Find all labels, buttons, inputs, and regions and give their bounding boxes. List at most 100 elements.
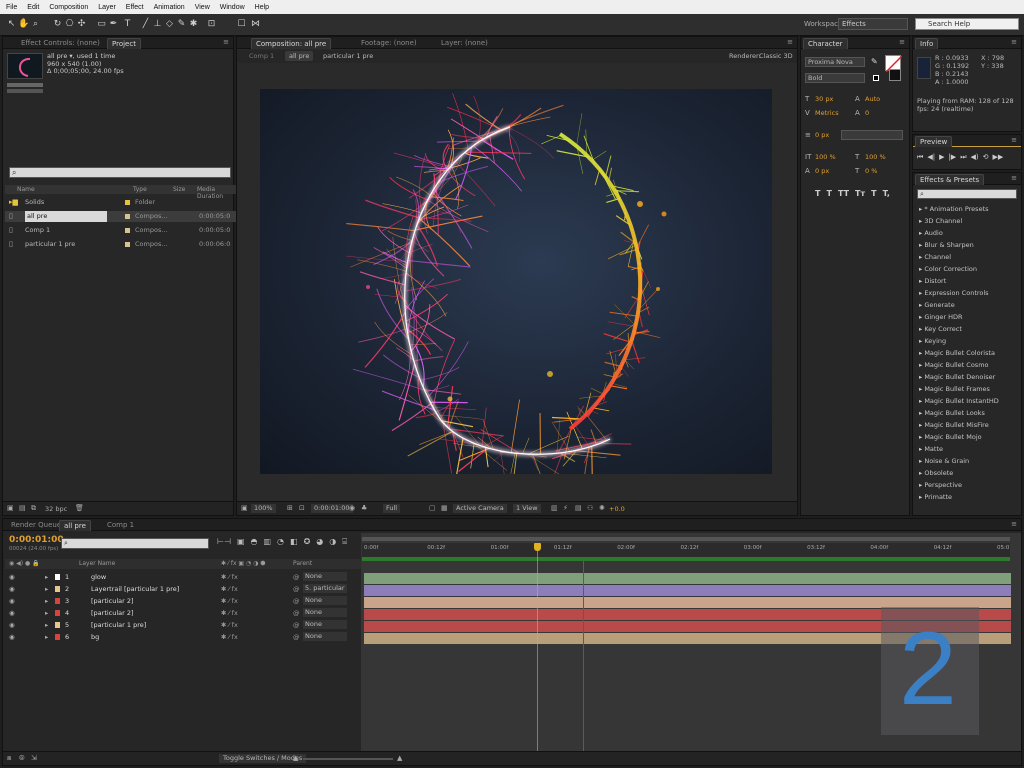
project-item[interactable]: ▯ Comp 1 Compos... 0:00:05:0 — [5, 225, 237, 236]
search-help-input[interactable]: Search Help — [915, 18, 1019, 30]
stroke-color-swatch[interactable] — [889, 69, 901, 81]
brush-tool-icon[interactable]: ╱ — [140, 18, 151, 31]
type-tool-icon[interactable]: T — [122, 18, 133, 31]
panel-menu-icon[interactable]: ≡ — [787, 38, 793, 46]
layer-switches-icon[interactable]: ⧈ — [7, 754, 11, 763]
text-style-button[interactable]: T, — [883, 189, 890, 198]
new-folder-icon[interactable]: ▤ — [19, 504, 26, 512]
hide-shy-icon[interactable]: ◓ — [251, 537, 258, 547]
tab-render-queue[interactable]: Render Queue — [7, 520, 65, 531]
eraser-tool-icon[interactable]: ◇ — [164, 18, 175, 31]
layer-name[interactable]: [particular 1 pre] — [91, 619, 146, 631]
draft-3d-icon[interactable]: ▣ — [237, 537, 245, 547]
parent-pickwhip-icon[interactable]: @ — [293, 595, 300, 607]
effects-category[interactable]: ▸ Magic Bullet Colorista — [919, 347, 995, 359]
layer-row[interactable]: ◉ ▸ 6 bg ✱ ⁄ fx @ None — [5, 631, 361, 643]
baseline-shift-field[interactable]: 0 px — [815, 167, 829, 175]
rotate-tool-icon[interactable]: ↻ — [52, 18, 63, 31]
visibility-eye-icon[interactable]: ◉ — [9, 607, 15, 619]
horizontal-scale-field[interactable]: 100 % — [865, 153, 886, 161]
effects-category[interactable]: ▸ * Animation Presets — [919, 203, 989, 215]
effects-category[interactable]: ▸ Audio — [919, 227, 943, 239]
next-frame-icon[interactable]: |▶ — [948, 153, 956, 162]
zoom-out-icon[interactable]: ▲ — [293, 754, 298, 762]
text-style-button[interactable]: TT — [838, 189, 849, 198]
exposure-value[interactable]: +0.0 — [609, 505, 625, 513]
effects-category[interactable]: ▸ Ginger HDR — [919, 311, 963, 323]
menu-help[interactable]: Help — [255, 4, 269, 11]
region-of-interest-icon[interactable]: ▢ — [429, 504, 436, 512]
timeline-zoom-slider[interactable] — [303, 758, 393, 760]
visibility-eye-icon[interactable]: ◉ — [9, 595, 15, 607]
last-frame-icon[interactable]: ⏭ — [960, 153, 966, 162]
menu-effect[interactable]: Effect — [126, 4, 144, 11]
label-color-swatch[interactable] — [125, 200, 130, 205]
effects-category[interactable]: ▸ Noise & Grain — [919, 455, 969, 467]
layer-name[interactable]: [particular 2] — [91, 607, 134, 619]
layer-switches[interactable]: ✱ ⁄ fx — [221, 619, 238, 631]
safe-zones-icon[interactable]: ⊞ — [287, 504, 293, 512]
expand-arrow-icon[interactable]: ▸ — [45, 631, 48, 643]
project-item[interactable]: ▯ particular 1 pre Compos... 0:00:06:0 — [5, 239, 237, 250]
clone-tool-icon[interactable]: ⊥ — [152, 18, 163, 31]
text-style-button[interactable]: T — [826, 189, 831, 198]
kerning-field[interactable]: Metrics — [815, 109, 839, 117]
menu-animation[interactable]: Animation — [154, 4, 185, 11]
render-icon[interactable]: ⌸ — [342, 537, 347, 547]
trash-icon[interactable]: 🗑 — [75, 504, 84, 512]
effects-category[interactable]: ▸ Keying — [919, 335, 946, 347]
panel-menu-icon[interactable]: ≡ — [1011, 520, 1017, 528]
layer-switches[interactable]: ✱ ⁄ fx — [221, 583, 238, 595]
panel-menu-icon[interactable]: ≡ — [1011, 174, 1017, 182]
label-color-swatch[interactable] — [125, 228, 130, 233]
project-item[interactable]: ▸▆ Solids Folder — [5, 197, 237, 208]
resolution-select[interactable]: Full — [383, 504, 401, 513]
effects-category[interactable]: ▸ Color Correction — [919, 263, 977, 275]
ram-preview-icon[interactable]: ▶▶ — [993, 153, 1004, 162]
play-icon[interactable]: ▶ — [939, 153, 944, 162]
tab-preview[interactable]: Preview — [915, 136, 953, 147]
tab-project[interactable]: Project — [107, 38, 141, 49]
effects-category[interactable]: ▸ Matte — [919, 443, 943, 455]
tsume-field[interactable]: 0 % — [865, 167, 877, 175]
camera-select[interactable]: Active Camera — [453, 504, 507, 513]
parent-pickwhip-icon[interactable]: @ — [293, 607, 300, 619]
col-parent[interactable]: Parent — [293, 560, 312, 567]
always-preview-icon[interactable]: ▣ — [241, 504, 248, 512]
effects-category[interactable]: ▸ 3D Channel — [919, 215, 962, 227]
effects-search-input[interactable]: ⌕ — [917, 189, 1017, 199]
visibility-eye-icon[interactable]: ◉ — [9, 583, 15, 595]
visibility-eye-icon[interactable]: ◉ — [9, 571, 15, 583]
tab-effects-presets[interactable]: Effects & Presets — [915, 174, 985, 185]
effects-category[interactable]: ▸ Magic Bullet Looks — [919, 407, 985, 419]
effects-category[interactable]: ▸ Magic Bullet MisFire — [919, 419, 989, 431]
renderer-value[interactable]: Classic 3D — [759, 52, 793, 60]
effects-category[interactable]: ▸ Magic Bullet Cosmo — [919, 359, 989, 371]
workspace-select[interactable]: Effects — [838, 18, 908, 30]
auto-keyframe-icon[interactable]: ◕ — [316, 537, 323, 547]
layer-name[interactable]: glow — [91, 571, 106, 583]
layer-duration-bar[interactable] — [364, 573, 1011, 584]
tab-layer[interactable]: Layer: (none) — [437, 38, 492, 49]
prev-frame-icon[interactable]: ◀| — [927, 153, 935, 162]
layer-switches[interactable]: ✱ ⁄ fx — [221, 571, 238, 583]
exposure-icon[interactable]: ✺ — [599, 504, 605, 512]
parent-pickwhip-icon[interactable]: @ — [293, 631, 300, 643]
fast-previews-icon[interactable]: ⚡ — [563, 504, 568, 512]
effects-category[interactable]: ▸ Magic Bullet Denoiser — [919, 371, 995, 383]
layer-duration-bar[interactable] — [364, 585, 1011, 596]
layer-name[interactable]: Layertrail [particular 1 pre] — [91, 583, 179, 595]
effects-category[interactable]: ▸ Distort — [919, 275, 946, 287]
col-name[interactable]: Name — [17, 186, 35, 193]
font-family-select[interactable]: Proxima Nova — [805, 57, 865, 67]
effects-category[interactable]: ▸ Magic Bullet Frames — [919, 383, 990, 395]
parent-select[interactable]: None — [303, 632, 347, 641]
menu-view[interactable]: View — [195, 4, 210, 11]
label-color-swatch[interactable] — [125, 214, 130, 219]
layer-name[interactable]: bg — [91, 631, 99, 643]
zoom-in-icon[interactable]: ▲ — [397, 754, 402, 762]
text-style-button[interactable]: T — [871, 189, 876, 198]
tab-comp-1[interactable]: Comp 1 — [103, 520, 138, 531]
bpc-label[interactable]: 32 bpc — [45, 505, 67, 513]
views-select[interactable]: 1 View — [513, 504, 541, 513]
